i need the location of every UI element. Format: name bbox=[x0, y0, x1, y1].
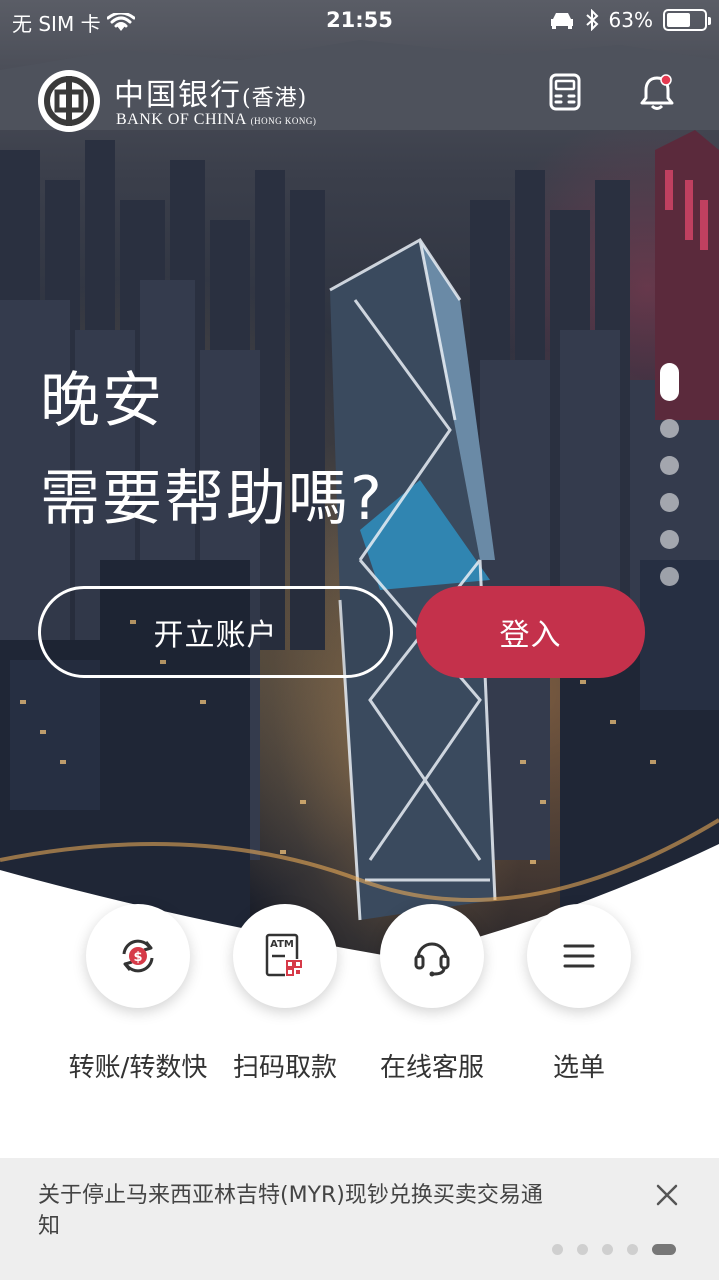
pagination-dot[interactable] bbox=[652, 1244, 676, 1255]
quick-action-label: 扫码取款 bbox=[232, 1053, 337, 1083]
pagination-dot[interactable] bbox=[602, 1244, 613, 1255]
battery-icon bbox=[663, 9, 711, 31]
pagination-dot[interactable] bbox=[552, 1244, 563, 1255]
pagination-dot[interactable] bbox=[577, 1244, 588, 1255]
open-account-button[interactable]: 开立账户 bbox=[38, 586, 393, 678]
car-icon bbox=[550, 13, 573, 29]
quick-action-online-support[interactable] bbox=[380, 904, 484, 1008]
notice-close-button[interactable] bbox=[652, 1180, 682, 1210]
svg-text:$: $ bbox=[133, 950, 142, 965]
boc-logo-mark bbox=[43, 75, 95, 127]
quick-action-label: 在线客服 bbox=[379, 1053, 484, 1083]
logo-title-en: BANK OF CHINA (HONG KONG) bbox=[116, 111, 316, 129]
bluetooth-icon bbox=[585, 9, 598, 31]
close-icon bbox=[656, 1184, 678, 1206]
quick-action-atm-scan[interactable]: ATM bbox=[233, 904, 337, 1008]
carousel-dot[interactable] bbox=[659, 493, 679, 512]
status-right: 63% bbox=[549, 8, 711, 32]
greeting-subtitle: 需要帮助嗎? bbox=[40, 464, 384, 534]
carousel-dot[interactable] bbox=[659, 363, 679, 401]
boc-logo bbox=[38, 70, 100, 132]
logo-en-suffix: (HONG KONG) bbox=[250, 116, 317, 126]
quick-action-transfer[interactable]: $ bbox=[86, 904, 190, 1008]
atm-qr-icon: ATM bbox=[265, 933, 303, 977]
carousel-dot[interactable] bbox=[659, 530, 679, 549]
quick-action-menu[interactable] bbox=[527, 904, 631, 1008]
menu-icon bbox=[563, 944, 595, 968]
logo-cn-suffix: (香港) bbox=[242, 86, 308, 111]
carousel-dot[interactable] bbox=[659, 456, 679, 475]
status-bar: 无 SIM 卡 21:55 63% bbox=[0, 0, 719, 40]
login-button[interactable]: 登入 bbox=[416, 586, 645, 678]
greeting-title: 晚安 bbox=[40, 366, 164, 436]
battery-percent: 63% bbox=[608, 8, 653, 32]
logo-en-main: BANK OF CHINA bbox=[116, 111, 247, 128]
carousel-indicator bbox=[659, 363, 679, 586]
quick-action-label: 选单 bbox=[552, 1053, 605, 1083]
notice-pagination bbox=[552, 1244, 676, 1255]
carousel-dot[interactable] bbox=[659, 419, 679, 438]
calculator-button[interactable] bbox=[545, 72, 585, 112]
pagination-dot[interactable] bbox=[627, 1244, 638, 1255]
notice-text[interactable]: 关于停止马来西亚林吉特(MYR)现钞兑换买卖交易通知 bbox=[38, 1180, 558, 1242]
headset-icon bbox=[414, 942, 450, 977]
calculator-icon bbox=[549, 73, 581, 111]
bell-icon bbox=[640, 74, 674, 110]
logo-title-cn: 中国银行(香港) bbox=[114, 70, 307, 114]
battery-fill bbox=[667, 13, 690, 27]
quick-action-label: 转账/转数快 bbox=[68, 1053, 208, 1083]
carousel-dot[interactable] bbox=[659, 567, 679, 586]
svg-text:ATM: ATM bbox=[270, 939, 294, 950]
notification-button[interactable] bbox=[637, 72, 677, 112]
transfer-dollar-icon: $ bbox=[122, 939, 154, 973]
logo-cn-main: 中国银行 bbox=[114, 78, 242, 113]
